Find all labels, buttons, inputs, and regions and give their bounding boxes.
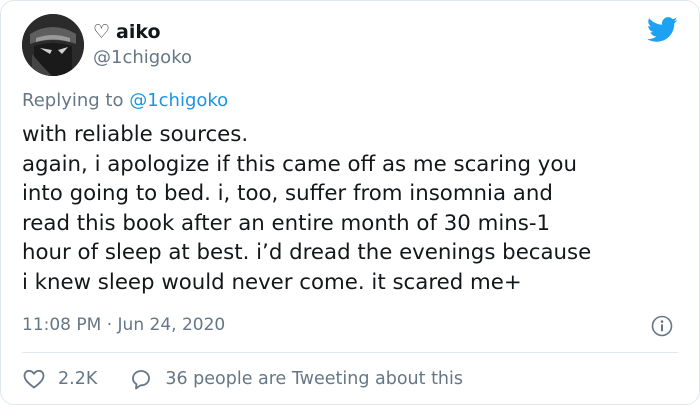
twitter-bird-icon[interactable]	[647, 17, 678, 43]
divider	[22, 352, 678, 353]
tweet-date: Jun 24, 2020	[117, 315, 226, 335]
replying-to: Replying to @1chigoko	[22, 90, 228, 111]
reply-conversation-label: 36 people are Tweeting about this	[165, 369, 464, 389]
tweet-timestamp[interactable]: 11:08 PM · Jun 24, 2020	[22, 315, 225, 335]
replying-to-mention[interactable]: @1chigoko	[129, 90, 228, 111]
tweet-card: ♡ aiko @1chigoko Replying to @1chigoko w…	[0, 0, 700, 405]
tweet-time: 11:08 PM	[22, 315, 102, 335]
replying-to-label: Replying to	[22, 90, 130, 111]
user-name-row[interactable]: ♡ aiko	[93, 21, 161, 43]
avatar-image	[22, 14, 84, 76]
timestamp-separator: ·	[106, 315, 113, 335]
avatar[interactable]	[22, 14, 84, 76]
info-icon[interactable]	[651, 315, 673, 337]
like-count: 2.2K	[58, 369, 98, 389]
tweet-text: with reliable sources. again, i apologiz…	[22, 122, 592, 295]
reply-conversation-link[interactable]: 36 people are Tweeting about this	[129, 367, 463, 391]
user-handle[interactable]: @1chigoko	[93, 47, 192, 68]
display-name[interactable]: aiko	[116, 21, 161, 43]
heart-outline-icon: ♡	[93, 20, 111, 43]
like-button[interactable]: 2.2K	[22, 367, 97, 391]
heart-icon	[23, 369, 45, 389]
comment-icon	[132, 370, 151, 390]
tweet-actions: 2.2K 36 people are Tweeting about this	[22, 367, 463, 391]
